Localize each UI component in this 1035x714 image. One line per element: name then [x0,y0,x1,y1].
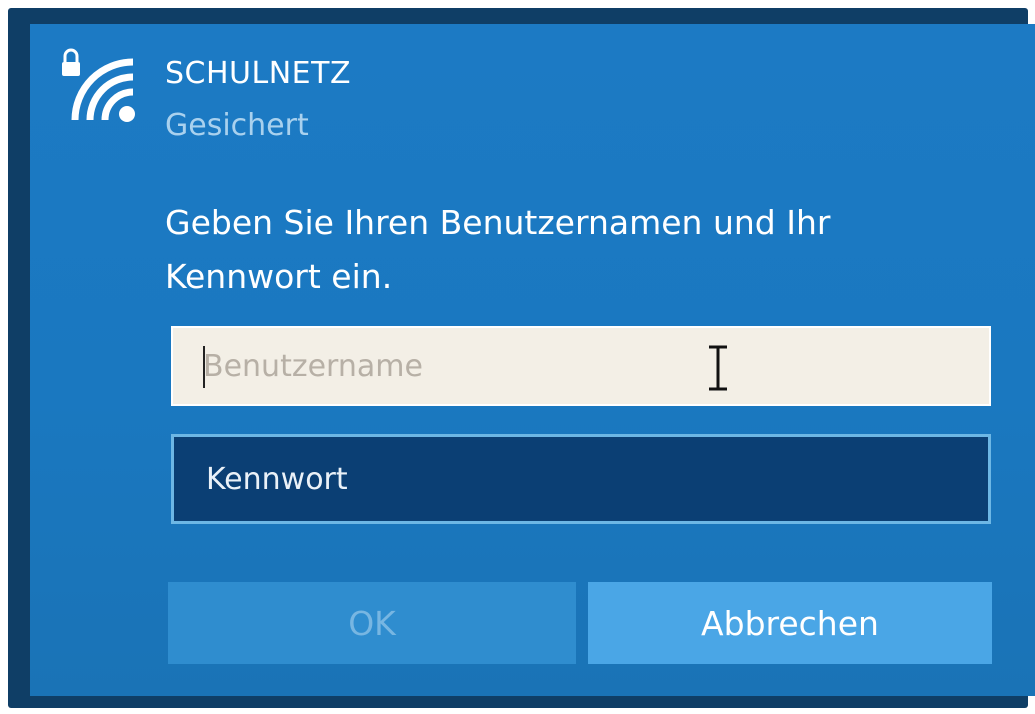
credentials-prompt: Geben Sie Ihren Benutzernamen und Ihr Ke… [165,203,831,296]
username-input[interactable]: Benutzername [171,326,991,406]
password-input[interactable]: Kennwort [171,434,991,524]
text-caret [203,346,205,388]
ok-button[interactable]: OK [168,582,576,664]
username-placeholder: Benutzername [203,348,423,384]
network-security-status: Gesichert [165,108,309,143]
secured-wifi-icon [62,48,135,122]
lock-icon [63,48,79,62]
cancel-button[interactable]: Abbrechen [588,582,992,664]
ibeam-cursor-icon [709,345,727,391]
password-placeholder: Kennwort [206,461,348,497]
network-name: SCHULNETZ [165,56,351,91]
